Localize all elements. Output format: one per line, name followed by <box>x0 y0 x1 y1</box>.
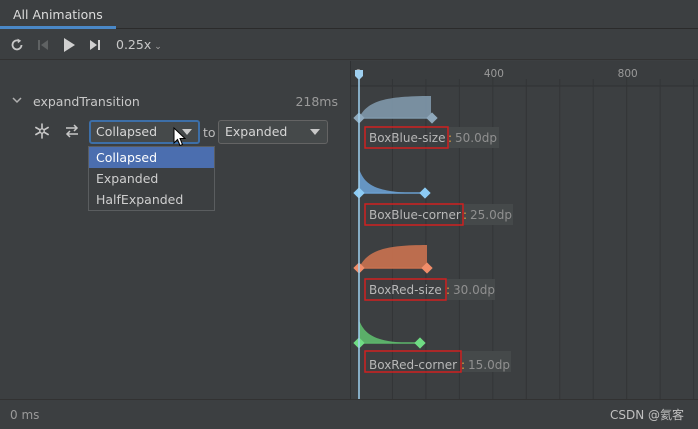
property-name: BoxBlue-size <box>369 131 445 145</box>
state-selector-row: Collapsed to Expanded <box>0 118 350 147</box>
separator: : <box>446 283 450 297</box>
property-value: 50.0dp <box>455 131 497 145</box>
property-name: BoxRed-corner <box>369 358 457 372</box>
swap-states-icon[interactable] <box>63 122 81 140</box>
chevron-down-icon[interactable] <box>11 94 23 106</box>
tab-bar: All Animations <box>0 0 698 29</box>
dropdown-option-halfexpanded[interactable]: HalfExpanded <box>89 189 214 210</box>
playback-speed-dropdown[interactable]: 0.25x ⌄ <box>116 37 162 52</box>
combo-arrow-icon <box>310 129 320 135</box>
property-value: 30.0dp <box>453 283 495 297</box>
skip-to-end-icon[interactable] <box>85 35 105 55</box>
status-bar: 0 ms CSDN @氦客 <box>0 399 698 429</box>
dropdown-option-collapsed[interactable]: Collapsed <box>89 147 214 168</box>
to-label: to <box>203 125 216 140</box>
separator: : <box>448 131 452 145</box>
property-value: 15.0dp <box>468 358 510 372</box>
chevron-down-icon: ⌄ <box>154 42 162 52</box>
transition-panel: expandTransition 218ms Collapsed to Expa… <box>0 61 350 399</box>
transition-name: expandTransition <box>33 94 140 109</box>
to-state-value: Expanded <box>225 124 288 139</box>
property-name: BoxRed-size <box>369 283 442 297</box>
separator: : <box>461 358 465 372</box>
freeze-icon[interactable] <box>33 122 51 140</box>
play-icon[interactable] <box>59 35 79 55</box>
from-state-value: Collapsed <box>96 124 158 139</box>
animation-timeline[interactable]: 0400800 BoxBlue-size : 50.0dp BoxBlue-co… <box>351 61 698 399</box>
from-state-dropdown: Collapsed Expanded HalfExpanded <box>88 146 215 211</box>
dropdown-option-expanded[interactable]: Expanded <box>89 168 214 189</box>
transition-header[interactable]: expandTransition 218ms <box>0 91 350 113</box>
tick-label: 800 <box>618 68 638 80</box>
tab-all-animations[interactable]: All Animations <box>0 0 116 29</box>
tick-label: 400 <box>484 68 504 80</box>
speed-label: 0.25x <box>116 37 152 52</box>
transition-duration: 218ms <box>295 94 338 109</box>
skip-to-start-icon[interactable] <box>33 35 53 55</box>
to-state-combo[interactable]: Expanded <box>218 120 328 144</box>
animation-toolbar: 0.25x ⌄ <box>0 29 698 60</box>
mouse-cursor-icon <box>173 126 187 147</box>
current-time: 0 ms <box>10 408 40 422</box>
property-name: BoxBlue-corner <box>369 208 461 222</box>
separator: : <box>463 208 467 222</box>
watermark: CSDN @氦客 <box>609 408 684 422</box>
replay-icon[interactable] <box>7 35 27 55</box>
property-value: 25.0dp <box>470 208 512 222</box>
